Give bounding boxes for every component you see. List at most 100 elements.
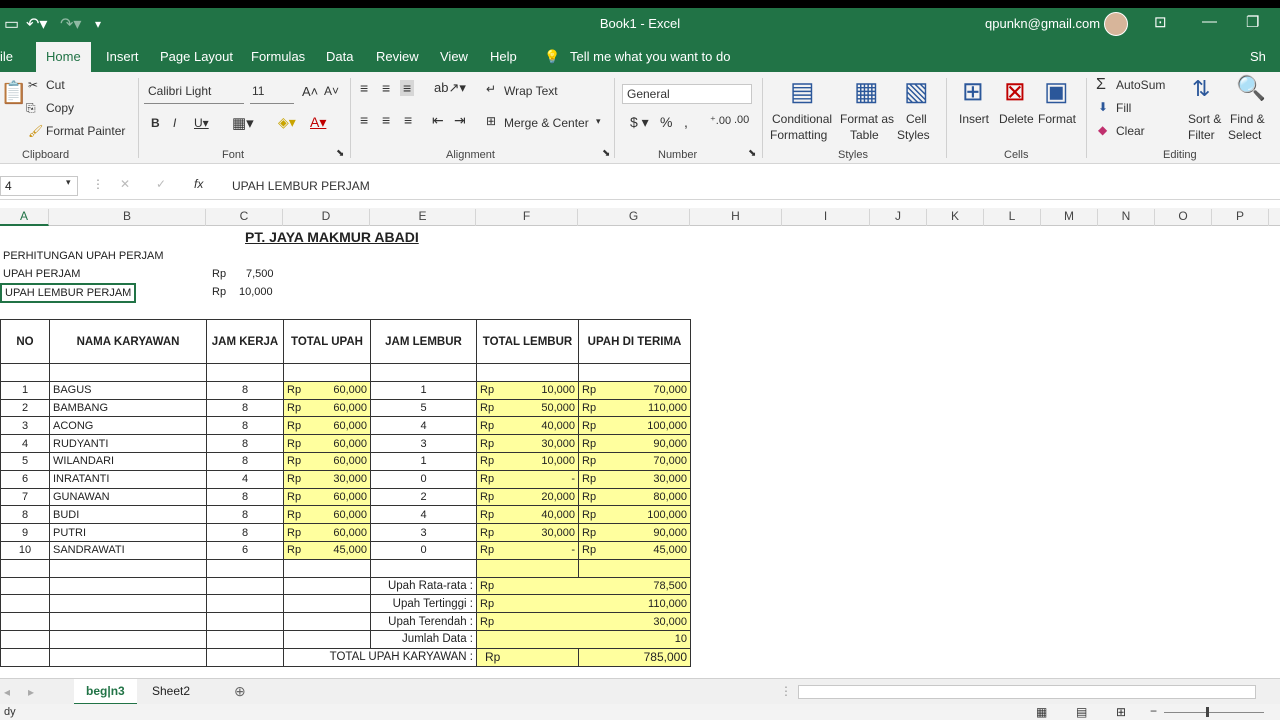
no-cell[interactable]: 2 — [0, 398, 50, 418]
horizontal-scrollbar[interactable] — [798, 685, 1256, 699]
jam-lembur-cell[interactable]: 4 — [370, 505, 477, 525]
align-bottom-icon[interactable]: ≡ — [400, 80, 415, 96]
upah-terima-cell[interactable]: Rp 70,000 — [578, 380, 691, 400]
summary-value-cell[interactable]: Rp 30,000 — [476, 612, 691, 631]
total-upah-cell[interactable]: Rp 60,000 — [283, 487, 371, 507]
decrease-decimal-icon[interactable]: .00 — [734, 114, 749, 126]
col-header[interactable]: B — [49, 209, 206, 226]
total-upah-cell[interactable]: Rp 45,000 — [283, 540, 371, 560]
name-cell[interactable]: BAGUS — [49, 380, 207, 400]
col-header[interactable]: F — [476, 209, 578, 226]
insert-cells-button[interactable]: Insert — [959, 112, 989, 126]
ribbon-display-icon[interactable]: ⊡ — [1154, 13, 1167, 31]
jam-lembur-cell[interactable]: 1 — [370, 451, 477, 471]
jam-lembur-cell[interactable]: 4 — [370, 416, 477, 436]
cell-styles-label2[interactable]: Styles — [897, 128, 930, 142]
format-painter-button[interactable]: Format Painter — [46, 124, 125, 138]
total-lembur-cell[interactable]: Rp - — [476, 469, 579, 489]
upah-terima-cell[interactable]: Rp 30,000 — [578, 469, 691, 489]
delete-cells-button[interactable]: Delete — [999, 112, 1034, 126]
dialog-launcher-icon[interactable]: ⬊ — [336, 148, 344, 159]
upah-terima-cell[interactable]: Rp 45,000 — [578, 540, 691, 560]
col-header[interactable]: M — [1041, 209, 1098, 226]
summary-value-cell[interactable]: 10 — [476, 629, 691, 649]
jam-kerja-cell[interactable]: 6 — [206, 540, 284, 560]
summary-label[interactable]: Jumlah Data : — [370, 629, 477, 649]
col-header[interactable]: N — [1098, 209, 1155, 226]
tab-insert[interactable]: Insert — [106, 49, 139, 64]
format-as-table-label2[interactable]: Table — [850, 128, 879, 142]
total-upah-cell[interactable]: Rp 60,000 — [283, 505, 371, 525]
lembur-label[interactable]: UPAH LEMBUR PERJAM — [0, 283, 137, 303]
header-cell[interactable]: JAM LEMBUR — [370, 319, 477, 364]
name-cell[interactable]: GUNAWAN — [49, 487, 207, 507]
jam-lembur-cell[interactable]: 1 — [370, 380, 477, 400]
share-button[interactable]: Sh — [1250, 49, 1266, 64]
total-lembur-cell[interactable]: Rp 50,000 — [476, 398, 579, 418]
orientation-icon[interactable]: ab↗▾ — [434, 80, 466, 96]
jam-lembur-cell[interactable]: 2 — [370, 487, 477, 507]
total-lembur-cell[interactable]: Rp - — [476, 540, 579, 560]
upah-label[interactable]: UPAH PERJAM — [3, 266, 80, 283]
total-lembur-cell[interactable]: Rp 40,000 — [476, 416, 579, 436]
col-header[interactable]: E — [370, 209, 476, 226]
jam-kerja-cell[interactable]: 8 — [206, 487, 284, 507]
name-cell[interactable]: SANDRAWATI — [49, 540, 207, 560]
sheet-tab[interactable]: Sheet2 — [140, 679, 202, 705]
fill-color-icon[interactable]: ◈▾ — [278, 114, 296, 131]
col-header[interactable]: O — [1155, 209, 1212, 226]
total-lembur-cell[interactable]: Rp 20,000 — [476, 487, 579, 507]
jam-kerja-cell[interactable]: 4 — [206, 469, 284, 489]
comma-icon[interactable]: , — [684, 114, 688, 130]
header-cell[interactable]: TOTAL LEMBUR — [476, 319, 579, 364]
tab-view[interactable]: View — [440, 49, 468, 64]
total-upah-cell[interactable]: Rp 60,000 — [283, 416, 371, 436]
underline-icon[interactable]: U▾ — [194, 116, 209, 130]
name-cell[interactable]: PUTRI — [49, 523, 207, 542]
summary-label[interactable]: Upah Rata-rata : — [370, 576, 477, 596]
upah-value[interactable]: 7,500 — [246, 266, 274, 283]
new-sheet-icon[interactable]: ⊕ — [234, 683, 246, 700]
lembur-currency[interactable]: Rp — [212, 284, 226, 301]
name-cell[interactable]: INRATANTI — [49, 469, 207, 489]
enter-icon[interactable]: ✓ — [156, 177, 166, 191]
header-cell[interactable]: TOTAL UPAH — [283, 319, 371, 364]
jam-kerja-cell[interactable]: 8 — [206, 451, 284, 471]
jam-kerja-cell[interactable]: 8 — [206, 434, 284, 453]
jam-lembur-cell[interactable]: 3 — [370, 523, 477, 542]
total-upah-cell[interactable]: Rp 60,000 — [283, 434, 371, 453]
avatar[interactable] — [1104, 12, 1128, 36]
zoom-thumb[interactable] — [1206, 707, 1209, 717]
upah-currency[interactable]: Rp — [212, 266, 226, 283]
tab-help[interactable]: Help — [490, 49, 517, 64]
jam-kerja-cell[interactable]: 8 — [206, 380, 284, 400]
upah-terima-cell[interactable]: Rp 100,000 — [578, 416, 691, 436]
decrease-indent-icon[interactable]: ⇤ — [432, 112, 444, 129]
col-header[interactable]: K — [927, 209, 984, 226]
total-value[interactable]: 785,000 — [578, 647, 691, 667]
tab-file[interactable]: ile — [0, 49, 13, 64]
upah-terima-cell[interactable]: Rp 70,000 — [578, 451, 691, 471]
align-center-icon[interactable]: ≡ — [382, 112, 390, 128]
jam-lembur-cell[interactable]: 3 — [370, 434, 477, 453]
summary-value-cell[interactable]: Rp 110,000 — [476, 594, 691, 614]
insert-function-icon[interactable]: fx — [194, 177, 203, 191]
lembur-value[interactable]: 10,000 — [239, 284, 273, 301]
col-header[interactable]: G — [578, 209, 690, 226]
total-lembur-cell[interactable]: Rp 10,000 — [476, 380, 579, 400]
fill-button[interactable]: Fill — [1116, 101, 1131, 115]
subtitle[interactable]: PERHITUNGAN UPAH PERJAM — [3, 248, 164, 265]
col-header[interactable]: P — [1212, 209, 1269, 226]
total-lembur-cell[interactable]: Rp 10,000 — [476, 451, 579, 471]
zoom-out-icon[interactable]: − — [1150, 704, 1157, 718]
summary-label[interactable]: Upah Tertinggi : — [370, 594, 477, 614]
sheet-tab-active[interactable]: beg|n3 — [74, 679, 137, 705]
autosum-button[interactable]: AutoSum — [1116, 78, 1165, 92]
formula-input[interactable]: UPAH LEMBUR PERJAM — [232, 179, 370, 193]
total-upah-cell[interactable]: Rp 60,000 — [283, 523, 371, 542]
font-name-select[interactable]: Calibri Light — [144, 84, 244, 104]
increase-font-icon[interactable]: A˄ — [302, 84, 318, 99]
worksheet[interactable]: PT. JAYA MAKMUR ABADI PERHITUNGAN UPAH P… — [0, 226, 1280, 678]
col-header[interactable]: L — [984, 209, 1041, 226]
name-cell[interactable]: BUDI — [49, 505, 207, 525]
